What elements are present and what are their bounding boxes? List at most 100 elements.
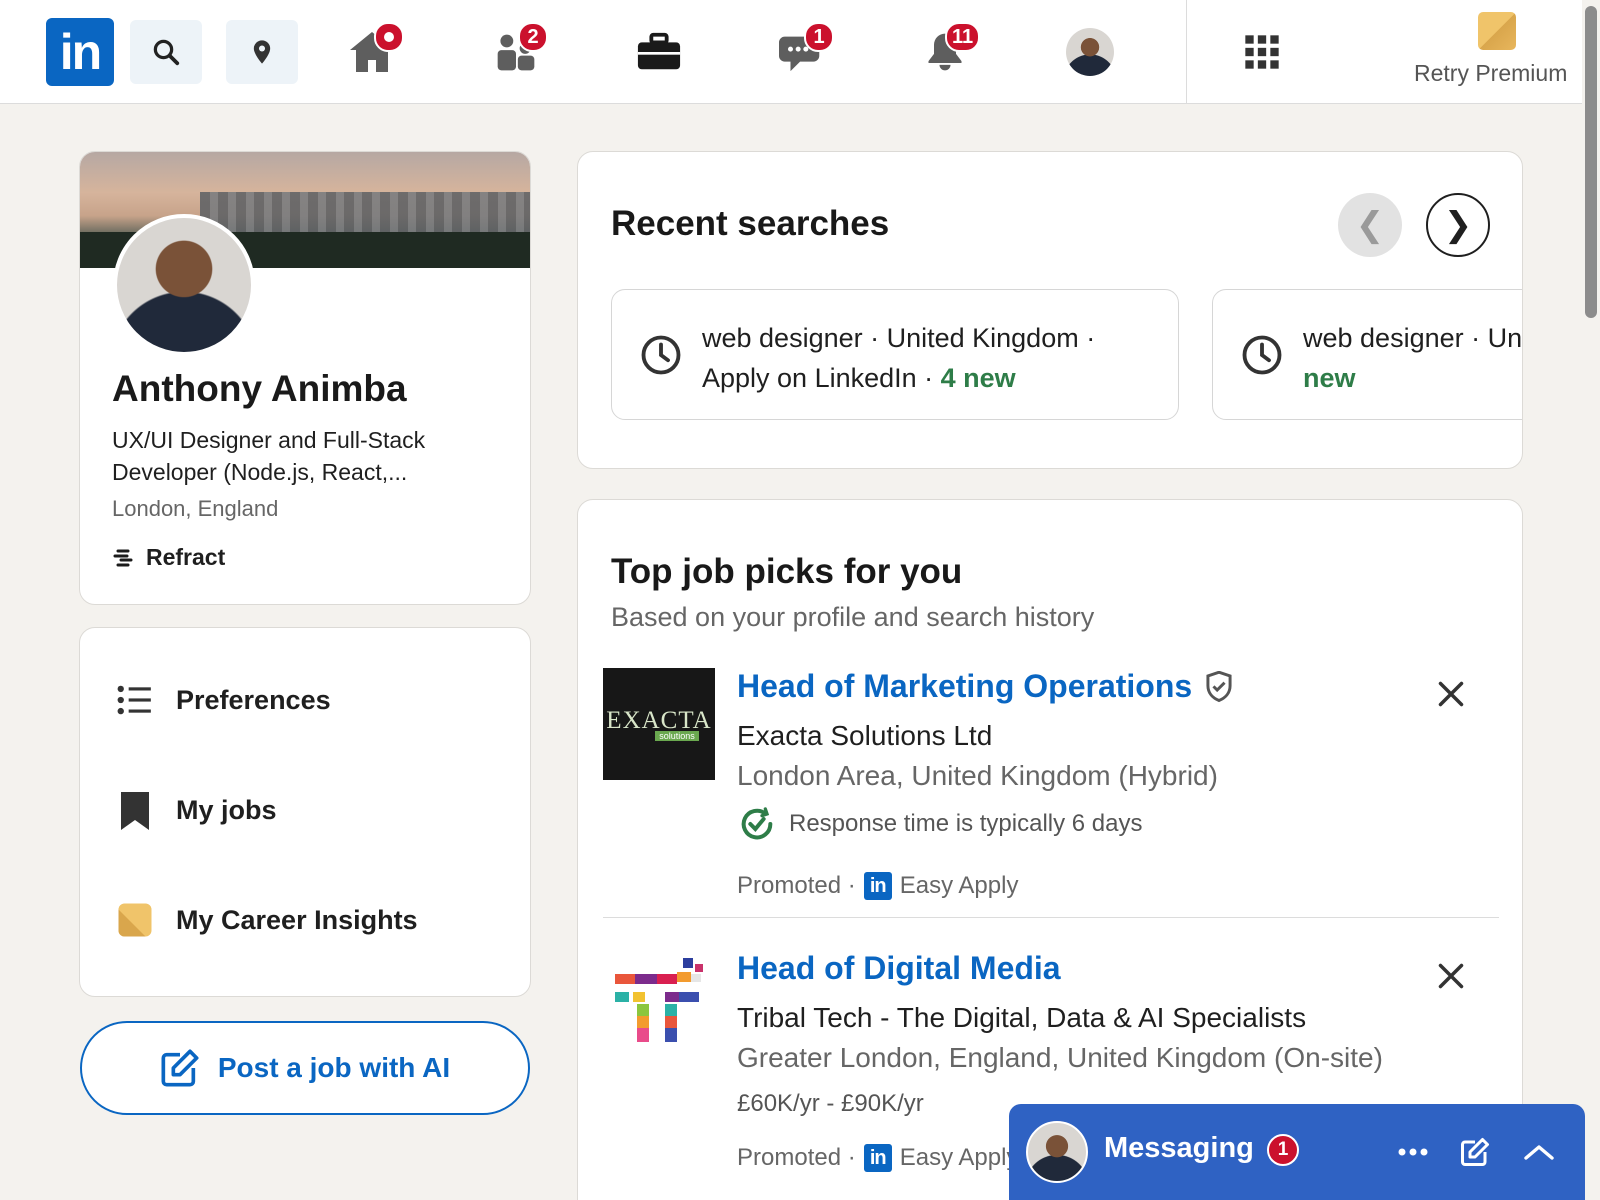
nav-messaging[interactable]: 1 — [774, 22, 834, 80]
chevron-left-icon: ❮ — [1355, 206, 1385, 244]
company-logo[interactable]: EXACTA solutions — [603, 668, 715, 780]
messaging-badge: 1 — [804, 22, 834, 52]
premium-insights-icon — [116, 901, 154, 939]
jobs-menu-card: Preferences My jobs My Career Insights — [79, 627, 531, 997]
dismiss-job-button[interactable] — [1431, 674, 1471, 714]
nav-jobs[interactable] — [631, 24, 687, 80]
recent-searches-card: Recent searches ❮ ❯ web designer · Unite… — [577, 151, 1523, 469]
profile-location: London, England — [112, 496, 279, 521]
job-meta: Promoted · in Easy Apply — [737, 1144, 1018, 1172]
top-job-picks-card: Top job picks for you Based on your prof… — [577, 499, 1523, 1200]
job-company: Exacta Solutions Ltd — [737, 720, 993, 751]
network-badge: 2 — [518, 22, 548, 52]
home-badge — [374, 22, 404, 52]
menu-item-career-insights[interactable]: My Career Insights — [116, 890, 418, 950]
menu-item-label: My Career Insights — [176, 904, 418, 935]
menu-item-label: My jobs — [176, 794, 277, 825]
grid-icon — [1245, 35, 1279, 69]
chevron-up-icon — [1524, 1145, 1554, 1160]
response-text: Response time is typically 6 days — [789, 810, 1143, 837]
tribal-tech-logo-icon — [615, 958, 703, 1042]
dismiss-job-button[interactable] — [1431, 956, 1471, 996]
company-logo[interactable] — [603, 950, 715, 1062]
linkedin-icon: in — [863, 1144, 892, 1172]
messaging-unread-badge: 1 — [1267, 1134, 1299, 1166]
nav-home[interactable] — [344, 22, 404, 80]
nav-divider — [1186, 0, 1187, 104]
new-count: new — [1303, 363, 1356, 393]
location-pin-icon — [253, 40, 271, 64]
more-dots-icon — [1398, 1148, 1428, 1156]
job-company: Tribal Tech - The Digital, Data & AI Spe… — [737, 1002, 1307, 1033]
chevron-right-icon: ❯ — [1443, 206, 1473, 244]
search-button[interactable] — [130, 20, 202, 84]
close-icon — [1438, 963, 1464, 989]
promoted-label: Promoted · — [737, 1144, 856, 1171]
nav-network[interactable]: 2 — [488, 22, 548, 80]
profile-photo[interactable] — [113, 214, 255, 356]
company-logo-icon — [113, 549, 133, 566]
response-check-icon — [741, 807, 773, 840]
edit-icon — [161, 1049, 199, 1087]
menu-item-label: Preferences — [176, 684, 331, 715]
profile-card[interactable]: Anthony Animba UX/UI Designer and Full-S… — [79, 151, 531, 605]
messaging-label[interactable]: Messaging — [1104, 1132, 1254, 1165]
bookmark-icon — [116, 791, 154, 830]
clock-icon — [1242, 335, 1282, 375]
verified-shield-icon — [1206, 670, 1232, 702]
job-location: London Area, United Kingdom (Hybrid) — [737, 760, 1218, 791]
company-name: Refract — [146, 544, 226, 570]
recent-search-item[interactable]: web designer · United Kingdom · Apply on… — [611, 289, 1179, 420]
location-button[interactable] — [226, 20, 298, 84]
job-title-link[interactable]: Head of Digital Media — [737, 950, 1061, 987]
section-title: Recent searches — [611, 204, 890, 243]
scrollbar-thumb[interactable] — [1585, 6, 1597, 318]
premium-icon[interactable] — [1478, 12, 1516, 50]
profile-headline: UX/UI Designer and Full-Stack Developer … — [112, 427, 426, 485]
profile-company[interactable]: Refract — [112, 544, 225, 571]
compose-message-button[interactable] — [1453, 1130, 1497, 1174]
job-title: Head of Marketing Operations — [737, 668, 1193, 704]
job-card[interactable]: EXACTA solutions Head of Marketing Opera… — [603, 668, 1499, 918]
job-location: Greater London, England, United Kingdom … — [737, 1042, 1383, 1073]
logo-subtext: solutions — [655, 731, 699, 741]
job-title: Head of Digital Media — [737, 950, 1061, 986]
menu-item-my-jobs[interactable]: My jobs — [116, 780, 277, 840]
search-icon — [153, 39, 180, 66]
profile-name[interactable]: Anthony Animba — [112, 368, 407, 410]
list-icon — [116, 681, 154, 719]
job-title-link[interactable]: Head of Marketing Operations — [737, 668, 1234, 705]
messaging-overlay[interactable]: Messaging 1 — [1009, 1104, 1585, 1200]
section-subtitle: Based on your profile and search history — [611, 602, 1095, 632]
briefcase-icon — [637, 32, 681, 70]
carousel-prev-button[interactable]: ❮ — [1338, 193, 1402, 257]
close-icon — [1438, 681, 1464, 707]
clock-icon — [641, 335, 681, 375]
promoted-label: Promoted · — [737, 872, 856, 899]
linkedin-icon: in — [863, 872, 892, 900]
nav-profile-avatar[interactable] — [1062, 24, 1118, 80]
carousel-next-button[interactable]: ❯ — [1426, 193, 1490, 257]
expand-messaging-button[interactable] — [1517, 1130, 1561, 1174]
retry-premium-link[interactable]: Retry Premium — [1414, 60, 1567, 87]
menu-item-preferences[interactable]: Preferences — [116, 670, 331, 730]
avatar — [1026, 1121, 1088, 1183]
avatar — [1066, 28, 1114, 76]
recent-search-item[interactable]: web designer · United Kingdom · new — [1212, 289, 1523, 420]
job-response-time: Response time is typically 6 days — [737, 804, 1142, 844]
linkedin-logo[interactable]: in — [46, 18, 114, 86]
job-meta: Promoted · in Easy Apply — [737, 872, 1018, 900]
messaging-more-button[interactable] — [1391, 1130, 1435, 1174]
new-count: 4 new — [940, 363, 1016, 393]
post-job-label: Post a job with AI — [217, 1052, 451, 1083]
nav-apps-grid[interactable] — [1234, 24, 1290, 80]
top-nav: in 2 1 11 Retry Premium — [0, 0, 1600, 104]
compose-icon — [1461, 1138, 1489, 1166]
post-job-button[interactable]: Post a job with AI — [80, 1021, 530, 1115]
section-title: Top job picks for you — [611, 552, 963, 591]
easy-apply-label: Easy Apply — [899, 1144, 1019, 1171]
nav-notifications[interactable]: 11 — [917, 22, 981, 80]
easy-apply-label: Easy Apply — [899, 872, 1019, 899]
search-query: web designer · United Kingdom · — [1303, 323, 1523, 353]
notifications-badge: 11 — [945, 22, 981, 52]
